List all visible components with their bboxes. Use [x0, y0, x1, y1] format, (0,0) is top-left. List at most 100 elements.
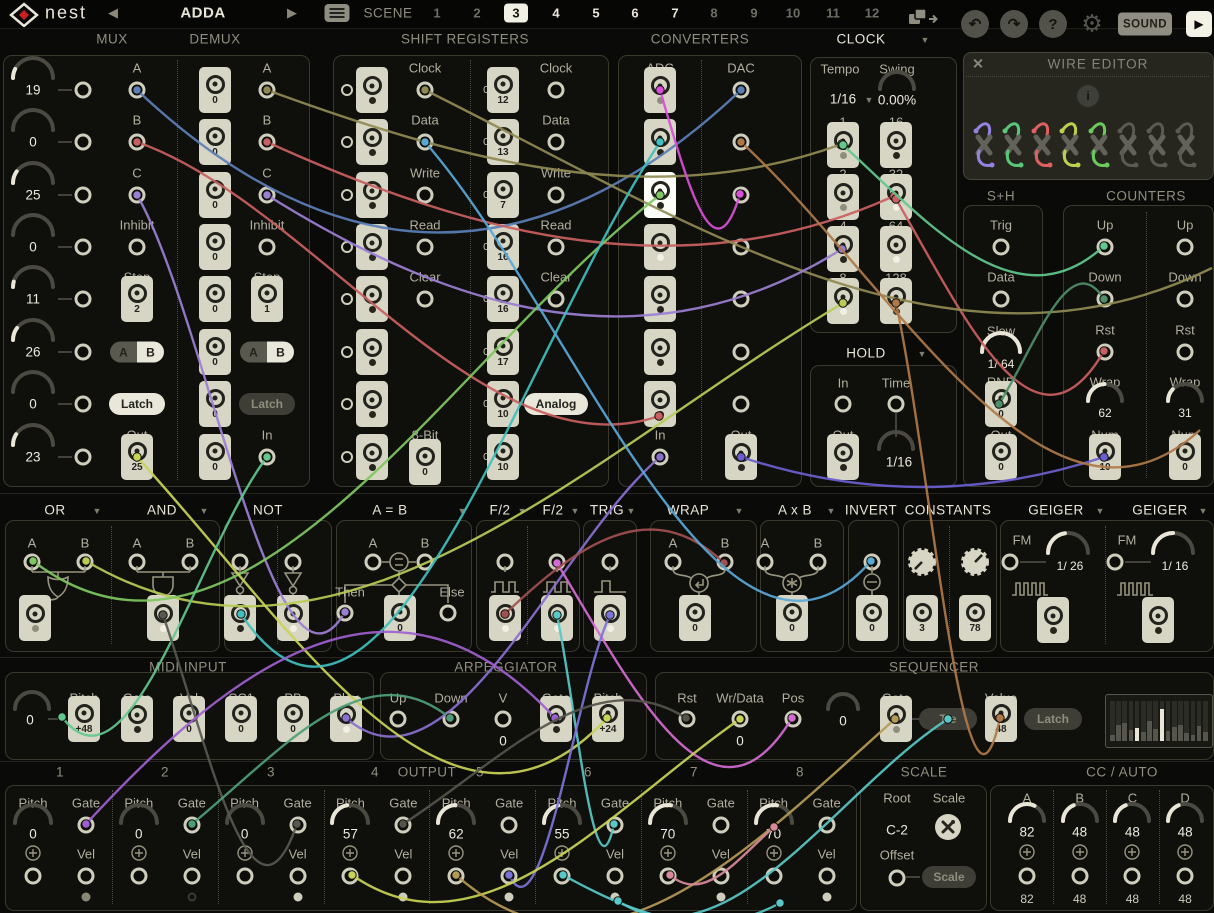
- mux-latch-button[interactable]: Latch: [109, 393, 165, 415]
- prev-patch-button[interactable]: ◀: [108, 5, 118, 21]
- trig-in-port[interactable]: [602, 554, 619, 571]
- sh-out-cell[interactable]: 0: [985, 434, 1017, 480]
- output-pitch-port[interactable]: [25, 868, 42, 885]
- output-vel-port[interactable]: [183, 868, 200, 885]
- mux-out-cell[interactable]: 25: [121, 434, 153, 480]
- sr2-stage-cell[interactable]: 17: [487, 329, 519, 375]
- clock-div-cell-64[interactable]: [880, 226, 912, 272]
- mux-input-port[interactable]: [129, 82, 146, 99]
- clock-div-cell-2[interactable]: [827, 174, 859, 220]
- sr2-stage-cell[interactable]: 13: [487, 119, 519, 165]
- aeb-b-port[interactable]: [417, 554, 434, 571]
- demux-output-port[interactable]: [259, 239, 276, 256]
- sr1-clear-port[interactable]: [417, 291, 434, 308]
- demux-ab-toggle[interactable]: AB: [240, 342, 294, 363]
- midi-gate-cell[interactable]: [121, 696, 153, 742]
- sh-rnd-cell[interactable]: 0: [985, 381, 1017, 427]
- adc-bit-cell-5[interactable]: [644, 276, 676, 322]
- output-gate-port[interactable]: [607, 817, 624, 834]
- sr1-tap-port[interactable]: [341, 189, 353, 201]
- f2a-out-cell[interactable]: [489, 595, 521, 641]
- counter-up-port[interactable]: [1097, 239, 1114, 256]
- demux-value-cell[interactable]: 0: [199, 67, 231, 113]
- dac-bit-port-2[interactable]: [733, 134, 750, 151]
- arp-up-port[interactable]: [390, 711, 407, 728]
- clock-div-cell-32[interactable]: [880, 174, 912, 220]
- scale-edit-button[interactable]: [935, 814, 961, 840]
- sr2-write-port[interactable]: [548, 187, 565, 204]
- hold-in-port[interactable]: [835, 396, 852, 413]
- dropdown-icon[interactable]: ▼: [571, 506, 580, 516]
- sr1-read-port[interactable]: [417, 239, 434, 256]
- sh-trig-port[interactable]: [993, 239, 1010, 256]
- patch-menu-icon[interactable]: [325, 4, 350, 22]
- sr1-stage-cell[interactable]: [356, 224, 388, 270]
- scene-button-8[interactable]: 8: [710, 6, 717, 21]
- cc-port[interactable]: [1019, 868, 1036, 885]
- scene-button-2[interactable]: 2: [473, 6, 480, 21]
- output-pitch-port[interactable]: [236, 868, 253, 885]
- output-pitch-port[interactable]: [554, 868, 571, 885]
- dac-bit-port-4[interactable]: [733, 239, 750, 256]
- counter-num-cell[interactable]: 10: [1089, 434, 1121, 480]
- scene-button-12[interactable]: 12: [865, 6, 879, 21]
- output-vel-port[interactable]: [395, 868, 412, 885]
- geiger-out-cell[interactable]: [1142, 597, 1174, 643]
- output-pitch-port[interactable]: [765, 868, 782, 885]
- wrap-b-port[interactable]: [717, 554, 734, 571]
- cc-port[interactable]: [1177, 868, 1194, 885]
- dropdown-icon[interactable]: ▼: [918, 349, 927, 359]
- cc-port[interactable]: [1071, 868, 1088, 885]
- demux-in-port[interactable]: [259, 449, 276, 466]
- aeb-a-port[interactable]: [365, 554, 382, 571]
- scale-offset-port[interactable]: [889, 870, 906, 887]
- output-pitch-port[interactable]: [659, 868, 676, 885]
- constant-out-cell-1[interactable]: 3: [906, 595, 938, 641]
- output-pitch-port[interactable]: [448, 868, 465, 885]
- geiger-out-cell[interactable]: [1037, 597, 1069, 643]
- sr2-stage-cell[interactable]: 10: [487, 434, 519, 480]
- sound-button[interactable]: SOUND: [1118, 13, 1172, 36]
- dac-bit-port-5[interactable]: [733, 291, 750, 308]
- scene-button-9[interactable]: 9: [750, 6, 757, 21]
- dac-bit-port-3[interactable]: [733, 187, 750, 204]
- invert-out-cell[interactable]: 0: [856, 595, 888, 641]
- scene-button-4[interactable]: 4: [552, 6, 559, 21]
- dropdown-icon[interactable]: ▼: [627, 506, 636, 516]
- sr1-clock-port[interactable]: [417, 82, 434, 99]
- output-gate-port[interactable]: [501, 817, 518, 834]
- settings-gear-icon[interactable]: ⚙: [1081, 10, 1103, 39]
- f2a-in-port[interactable]: [497, 554, 514, 571]
- scale-root-value[interactable]: C-2: [886, 823, 908, 838]
- seq-gate-cell[interactable]: [880, 696, 912, 742]
- sr1-tap-port[interactable]: [341, 84, 353, 96]
- wrap-out-cell[interactable]: 0: [679, 595, 711, 641]
- adc-in-port[interactable]: [652, 449, 669, 466]
- seq-step-display[interactable]: [1105, 694, 1213, 748]
- output-vel-port[interactable]: [78, 868, 95, 885]
- midi-vel-cell[interactable]: 0: [173, 696, 205, 742]
- sr2-stage-cell[interactable]: 16: [487, 224, 519, 270]
- geiger-fm-port[interactable]: [1107, 554, 1124, 571]
- demux-value-cell[interactable]: 0: [199, 381, 231, 427]
- sr1-stage-cell[interactable]: [356, 119, 388, 165]
- scene-button-3[interactable]: 3: [512, 6, 519, 21]
- wire-editor-close-icon[interactable]: ✕: [972, 56, 984, 73]
- dropdown-icon[interactable]: ▼: [1096, 506, 1105, 516]
- left-knob-port-3[interactable]: [75, 187, 92, 204]
- output-vel-port[interactable]: [607, 868, 624, 885]
- midi-play-cell[interactable]: [330, 696, 362, 742]
- scene-button-7[interactable]: 7: [671, 6, 678, 21]
- demux-value-cell[interactable]: 0: [199, 434, 231, 480]
- midi-cc1-cell[interactable]: 0: [225, 696, 257, 742]
- left-knob-port-8[interactable]: [75, 449, 92, 466]
- mux-input-port[interactable]: [129, 239, 146, 256]
- seq-rst-port[interactable]: [679, 711, 696, 728]
- demux-output-port[interactable]: [259, 134, 276, 151]
- left-knob-port-4[interactable]: [75, 239, 92, 256]
- sr1-tap-port[interactable]: [341, 136, 353, 148]
- scale-quantize-button[interactable]: Scale: [922, 866, 976, 888]
- sr2-read-port[interactable]: [548, 239, 565, 256]
- demux-value-cell[interactable]: 0: [199, 172, 231, 218]
- sh-data-port[interactable]: [993, 291, 1010, 308]
